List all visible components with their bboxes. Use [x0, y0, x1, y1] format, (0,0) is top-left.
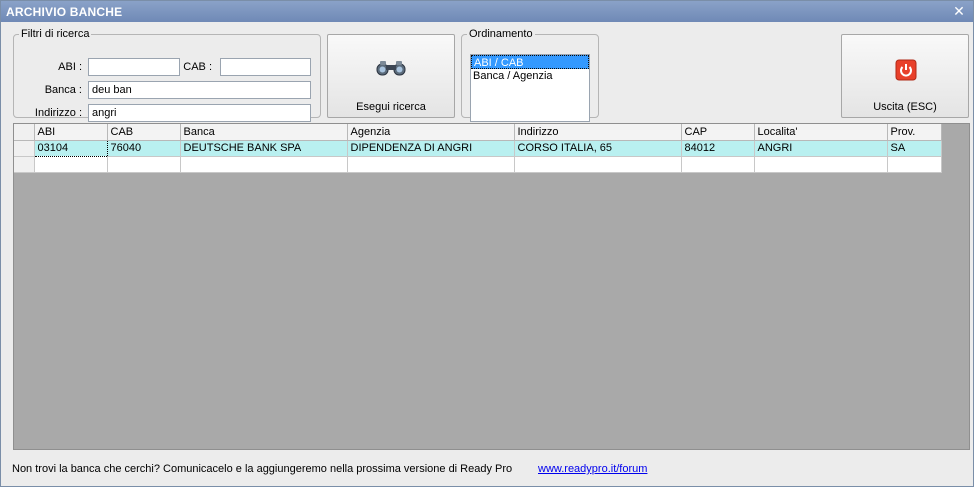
close-icon[interactable]: ✕ — [951, 3, 967, 19]
filters-legend: Filtri di ricerca — [21, 28, 90, 40]
column-header-prov[interactable]: Prov. — [887, 124, 942, 141]
ordering-listbox[interactable]: ABI / CAB Banca / Agenzia — [470, 54, 590, 122]
cell-agenzia[interactable]: DIPENDENZA DI ANGRI — [347, 140, 515, 157]
row-indicator[interactable] — [14, 156, 35, 173]
search-button[interactable]: Esegui ricerca — [327, 34, 455, 118]
footer-message: Non trovi la banca che cerchi? Comunicac… — [12, 463, 513, 475]
cell-abi[interactable]: 03104 — [33, 139, 108, 157]
column-header-cab[interactable]: CAB — [107, 124, 181, 141]
results-table: ABI CAB Banca Agenzia Indirizzo CAP Loca… — [14, 124, 942, 173]
forum-link[interactable]: www.readypro.it/forum — [538, 463, 647, 475]
empty-cell[interactable] — [107, 156, 181, 173]
row-indicator-header — [14, 124, 35, 141]
indirizzo-input[interactable] — [88, 104, 311, 122]
exit-button-label: Uscita (ESC) — [873, 101, 937, 113]
cell-cab[interactable]: 76040 — [107, 140, 181, 157]
empty-cell[interactable] — [754, 156, 888, 173]
binoculars-icon — [376, 61, 406, 76]
abi-input[interactable] — [88, 58, 180, 76]
column-header-localita[interactable]: Localita' — [754, 124, 888, 141]
results-grid: ABI CAB Banca Agenzia Indirizzo CAP Loca… — [13, 123, 970, 450]
title-bar: ARCHIVIO BANCHE ✕ — [1, 1, 973, 22]
empty-cell[interactable] — [34, 156, 108, 173]
cab-input[interactable] — [220, 58, 311, 76]
ordering-legend: Ordinamento — [469, 28, 533, 40]
grid-header-row: ABI CAB Banca Agenzia Indirizzo CAP Loca… — [14, 124, 942, 141]
ordering-group: Ordinamento ABI / CAB Banca / Agenzia — [461, 28, 599, 122]
search-button-label: Esegui ricerca — [356, 101, 426, 113]
empty-cell[interactable] — [681, 156, 755, 173]
row-indicator[interactable] — [14, 140, 35, 157]
empty-cell[interactable] — [180, 156, 348, 173]
banca-label: Banca : — [44, 84, 82, 96]
ordering-option-banca-agenzia[interactable]: Banca / Agenzia — [471, 69, 589, 83]
ordering-option-abi-cab[interactable]: ABI / CAB — [471, 55, 589, 69]
cell-localita[interactable]: ANGRI — [754, 140, 888, 157]
power-icon — [895, 59, 917, 81]
empty-cell[interactable] — [514, 156, 682, 173]
empty-cell[interactable] — [347, 156, 515, 173]
archivio-banche-window: ARCHIVIO BANCHE ✕ Filtri di ricerca ABI … — [0, 0, 974, 487]
column-header-indirizzo[interactable]: Indirizzo — [514, 124, 682, 141]
column-header-banca[interactable]: Banca — [180, 124, 348, 141]
cell-prov[interactable]: SA — [887, 140, 942, 157]
table-row[interactable]: 03104 76040 DEUTSCHE BANK SPA DIPENDENZA… — [14, 139, 942, 157]
abi-label: ABI : — [58, 61, 82, 73]
column-header-abi[interactable]: ABI — [34, 124, 108, 141]
empty-cell[interactable] — [887, 156, 942, 173]
cab-label: CAB : — [183, 61, 212, 73]
exit-button[interactable]: Uscita (ESC) — [841, 34, 969, 118]
column-header-agenzia[interactable]: Agenzia — [347, 124, 515, 141]
cell-banca[interactable]: DEUTSCHE BANK SPA — [180, 140, 348, 157]
table-row-empty[interactable] — [14, 156, 942, 173]
cell-cap[interactable]: 84012 — [681, 140, 755, 157]
column-header-cap[interactable]: CAP — [681, 124, 755, 141]
cell-indirizzo[interactable]: CORSO ITALIA, 65 — [514, 140, 682, 157]
search-filters-group: Filtri di ricerca ABI : CAB : Banca : In… — [13, 28, 321, 122]
indirizzo-label: Indirizzo : — [34, 107, 82, 119]
banca-input[interactable] — [88, 81, 311, 99]
window-title: ARCHIVIO BANCHE — [6, 5, 123, 19]
